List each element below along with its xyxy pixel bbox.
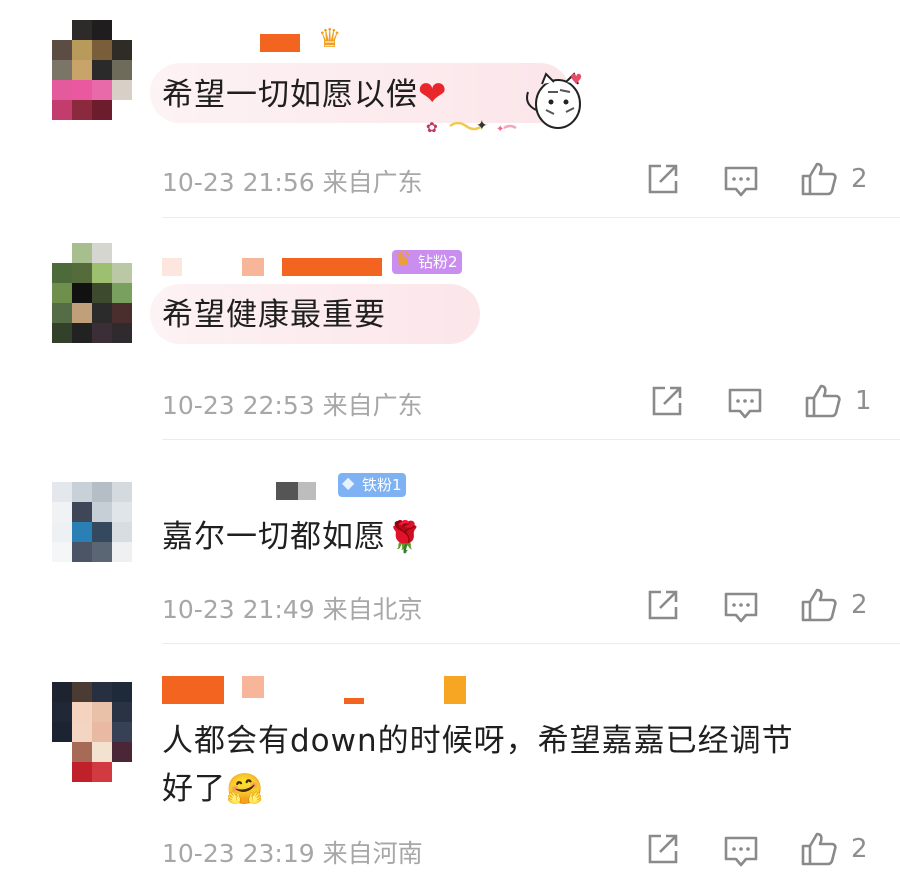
share-icon — [648, 834, 678, 864]
avatar[interactable] — [52, 682, 132, 782]
like-button[interactable] — [800, 830, 838, 868]
comment-button[interactable] — [722, 832, 760, 870]
username[interactable] — [162, 676, 482, 706]
comment-icon — [724, 836, 758, 867]
comment-item-4: 人都会有down的时候呀，希望嘉嘉已经调节 好了🤗 10-23 23:19 来自… — [0, 0, 900, 894]
share-button[interactable] — [644, 830, 682, 868]
like-count: 2 — [851, 834, 868, 864]
comment-meta: 10-23 23:19 来自河南 — [162, 839, 423, 868]
like-icon — [801, 832, 837, 866]
comment-text-line-2: 好了🤗 — [162, 771, 265, 807]
